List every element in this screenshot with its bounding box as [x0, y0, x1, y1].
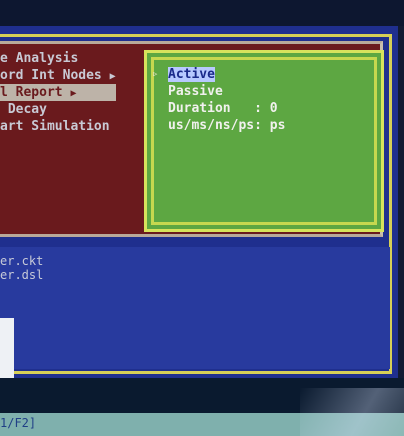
file-item[interactable]: er.ckt	[0, 254, 43, 268]
submenu-item-duration[interactable]: Duration : 0	[168, 100, 285, 117]
submenu-item-passive[interactable]: Passive	[168, 83, 285, 100]
white-cursor-block	[0, 318, 14, 380]
menu-item-analysis[interactable]: e Analysis	[0, 50, 116, 67]
selection-pointer-icon: ▹	[152, 67, 159, 80]
file-list: er.ckt er.dsl	[0, 254, 43, 282]
terminal-screen: e Analysis ord Int Nodes ▶ l Report ▶ De…	[0, 0, 404, 436]
file-list-panel	[0, 247, 390, 369]
menu-item-start-simulation[interactable]: art Simulation	[0, 118, 116, 135]
status-bar-text: 1/F2]	[0, 416, 37, 430]
menu-item-report[interactable]: l Report ▶	[0, 84, 116, 101]
submenu-item-active[interactable]: Active	[168, 66, 285, 83]
submenu-arrow-icon: ▶	[109, 71, 116, 82]
file-item[interactable]: er.dsl	[0, 268, 43, 282]
menu-item-int-nodes[interactable]: ord Int Nodes ▶	[0, 67, 116, 84]
submenu-arrow-icon: ▶	[70, 88, 77, 99]
screen-glare	[300, 388, 404, 436]
top-border-band	[0, 0, 404, 26]
report-submenu-list: Active Passive Duration : 0 us/ms/ns/ps:…	[168, 66, 285, 134]
submenu-item-time-unit[interactable]: us/ms/ns/ps: ps	[168, 117, 285, 134]
menu-item-decay[interactable]: Decay	[0, 101, 116, 118]
main-menu-list: e Analysis ord Int Nodes ▶ l Report ▶ De…	[0, 50, 116, 135]
